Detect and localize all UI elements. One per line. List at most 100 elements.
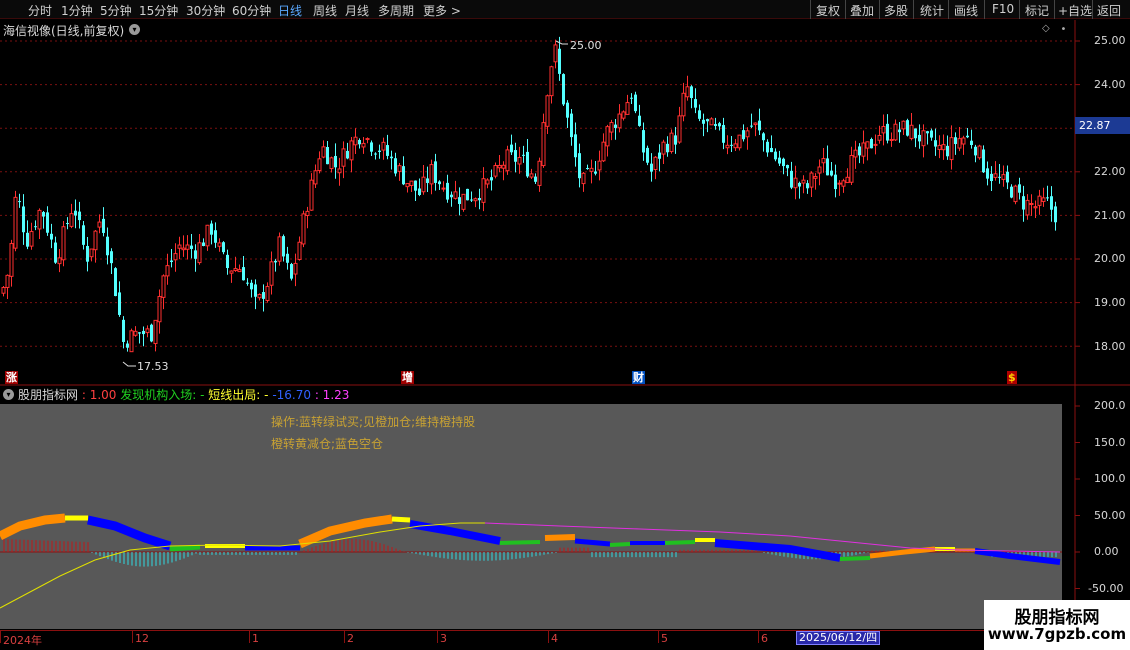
candle-body-down	[510, 144, 513, 153]
price-axis-label: 22.00	[1094, 165, 1126, 178]
trend-band	[839, 556, 871, 561]
candle-body-down	[402, 166, 405, 185]
price-axis-label: 18.00	[1094, 340, 1126, 353]
candle-body-down	[886, 123, 889, 141]
indicator-axis-label: 200.0	[1094, 399, 1126, 412]
event-tag-zeng[interactable]: 增	[401, 371, 414, 384]
candle-body-up	[581, 172, 586, 185]
candle-body-up	[877, 135, 882, 141]
candle-body-down	[558, 48, 561, 74]
candle-body-up	[429, 164, 434, 185]
high-price-label: 25.00	[570, 39, 602, 52]
candlestick-chart[interactable]	[0, 0, 1130, 386]
watermark-url: www.7gpzb.com	[987, 625, 1127, 643]
candle-body-up	[453, 191, 458, 199]
candle-body-down	[190, 245, 193, 249]
candle-body-up	[677, 115, 682, 143]
candle-body-down	[574, 134, 577, 158]
candle-body-up	[305, 210, 310, 217]
candle-body-down	[214, 230, 217, 243]
candle-body-up	[793, 177, 798, 189]
trend-band	[298, 514, 393, 549]
candle-body-down	[742, 130, 745, 140]
candle-body-up	[301, 213, 306, 245]
candle-body-down	[246, 282, 249, 284]
event-tag-zhang[interactable]: 涨	[5, 371, 18, 384]
candle-body-down	[450, 194, 453, 198]
candle-body-down	[122, 319, 125, 342]
candle-body-down	[1054, 206, 1057, 223]
candle-body-down	[478, 198, 481, 201]
candle-body-up	[381, 141, 386, 151]
candle-body-up	[589, 167, 594, 172]
candle-body-up	[669, 132, 674, 153]
candle-body-down	[142, 330, 145, 335]
trend-band	[974, 548, 1061, 565]
candle-body-down	[74, 210, 77, 216]
candle-body-up	[737, 134, 742, 149]
candle-body-up	[237, 269, 242, 273]
candle-body-up	[133, 330, 138, 336]
candle-body-down	[634, 94, 637, 112]
candle-body-down	[438, 181, 441, 185]
candle-body-down	[614, 124, 617, 128]
candle-body-down	[66, 223, 69, 225]
candle-body-down	[766, 141, 769, 153]
candle-body-up	[653, 156, 658, 171]
event-tag-dollar[interactable]: $	[1007, 371, 1017, 384]
candle-body-down	[282, 236, 285, 257]
date-tick: 4	[551, 632, 558, 645]
candle-body-up	[293, 262, 298, 275]
candle-body-up	[517, 157, 522, 165]
candle-body-up	[329, 157, 334, 170]
candle-body-down	[1010, 186, 1013, 198]
candle-body-down	[718, 123, 721, 127]
indicator-axis-label: 100.0	[1094, 472, 1126, 485]
candle-body-down	[650, 163, 653, 172]
candle-body-down	[706, 119, 709, 122]
candle-body-down	[334, 155, 337, 168]
candle-body-down	[834, 174, 837, 190]
candle-body-up	[849, 155, 854, 183]
candle-body-down	[22, 206, 25, 233]
indicator-axis-label: 0.00	[1094, 545, 1119, 558]
candle-body-down	[202, 242, 205, 246]
candle-body-down	[326, 146, 329, 165]
candle-body-up	[1033, 206, 1038, 209]
candle-body-down	[418, 188, 421, 195]
candle-body-up	[229, 270, 234, 274]
date-tick: 1	[252, 632, 259, 645]
cursor-date-label: 2025/06/12/四	[796, 631, 881, 645]
candle-body-down	[242, 267, 245, 281]
candle-body-down	[658, 152, 661, 159]
candle-body-up	[165, 265, 170, 277]
candle-body-up	[313, 170, 318, 185]
candle-body-up	[1029, 202, 1034, 205]
candle-body-up	[205, 224, 210, 247]
indicator-note-2: 橙转黄减仓;蓝色空仓	[271, 437, 384, 451]
candle-body-up	[397, 165, 402, 172]
candle-body-up	[5, 274, 10, 288]
candle-body-up	[353, 136, 358, 146]
candle-body-down	[138, 332, 141, 334]
date-tick: 3	[440, 632, 447, 645]
candle-body-up	[685, 86, 690, 98]
candle-body-down	[966, 135, 969, 138]
candle-body-up	[865, 141, 870, 149]
event-tag-cai[interactable]: 财	[632, 371, 645, 384]
candle-body-up	[553, 44, 558, 63]
candle-body-up	[365, 138, 370, 141]
candle-body-up	[537, 160, 542, 186]
candle-body-up	[941, 144, 946, 151]
candle-body-down	[790, 170, 793, 188]
candle-body-down	[34, 226, 37, 228]
candle-body-down	[914, 128, 917, 139]
candle-body-up	[69, 213, 74, 227]
candle-body-down	[110, 251, 113, 264]
candle-body-down	[1050, 196, 1053, 210]
low-marker	[122, 361, 136, 367]
candle-body-up	[661, 141, 666, 155]
candle-body-up	[921, 130, 926, 147]
indicator-chart[interactable]	[0, 386, 1130, 631]
candle-body-down	[126, 343, 129, 348]
